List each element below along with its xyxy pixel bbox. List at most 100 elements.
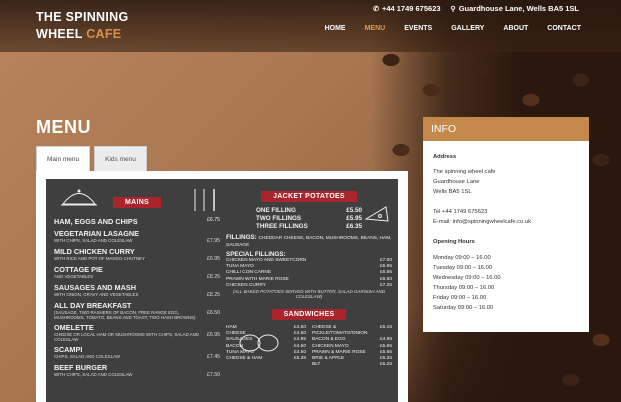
nav-gallery[interactable]: GALLERY: [451, 25, 484, 32]
potato-option: THREE FILLINGS £6.35: [256, 223, 362, 231]
cutlery-icon: [194, 189, 215, 211]
menu-item-price: £8.25: [207, 274, 220, 280]
menu-item-name: HAM, EGGS AND CHIPS: [54, 217, 138, 226]
logo-line-1: THE SPINNING: [36, 10, 129, 24]
menu-item-name: SCAMPI: [54, 345, 83, 354]
menu-item-description: WITH CHIPS, SALAD AND COLESLAW £7.95: [54, 238, 220, 244]
potato-option-name: TWO FILLINGS: [256, 215, 302, 222]
sandwich-item-price: £5.15: [379, 325, 392, 331]
menu-item-name: COTTAGE PIE: [54, 265, 103, 274]
site-header: THE SPINNING WHEEL CAFE ✆ +44 1749 675623…: [0, 0, 621, 52]
address-label: Address: [433, 154, 457, 160]
menu-item-name: MILD CHICKEN CURRY: [54, 247, 135, 256]
menu-item-description-text: CHIPS, SALAD AND COLESLAW: [54, 354, 120, 359]
map-pin-icon: ⚲: [450, 6, 456, 13]
potato-note: (ALL BAKED POTATOES SERVED WITH BUTTER, …: [232, 289, 386, 300]
menu-item-price: £6.95: [207, 332, 220, 338]
telephone[interactable]: Tel +44 1749 675623: [433, 207, 579, 217]
nav-contact[interactable]: CONTACT: [547, 25, 581, 32]
page-title: MENU: [36, 117, 91, 137]
mains-column: MAINS HAM, EGGS AND CHIPS £6.75 VEGETARIAN…: [54, 185, 220, 381]
opening-hours-label: Opening Hours: [433, 239, 475, 245]
hours-row: Tuesday 09:00 – 16.00: [433, 265, 493, 271]
hours-row: Thursday 09:00 – 16.00: [433, 285, 495, 291]
address-line: The spinning wheel cafe: [433, 169, 496, 175]
nav-menu[interactable]: MENU: [365, 25, 386, 32]
sandwiches-banner: SANDWICHES: [271, 309, 347, 321]
main-nav: HOME MENU EVENTS GALLERY ABOUT CONTACT: [325, 25, 581, 32]
menu-item-description: WITH ONION, GRAVY AND VEGETABLES £8.25: [54, 292, 220, 298]
menu-item-description-text: CHEESE OR LOCAL HAM OR MUSHROOMS WITH CH…: [54, 332, 199, 342]
menu-item-description: AND VEGETABLES £8.25: [54, 274, 220, 280]
phone-icon: ✆: [373, 6, 379, 13]
cloche-icon: [61, 189, 97, 206]
mains-banner: MAINS: [112, 197, 162, 208]
cheese-icon: [364, 206, 389, 222]
menu-item-description: CHEESE OR LOCAL HAM OR MUSHROOMS WITH CH…: [54, 332, 220, 342]
menu-item-row: OMELETTE: [54, 323, 220, 332]
menu-item-name: VEGETARIAN LASAGNE: [54, 229, 140, 238]
nav-events[interactable]: EVENTS: [404, 25, 432, 32]
menu-item-name: OMELETTE: [54, 323, 94, 332]
potato-option-price: £5.95: [346, 215, 362, 222]
sandwich-item: CHEESE & HAM £5.35: [226, 356, 306, 362]
menu-item-description-text: AND VEGETABLES: [54, 274, 94, 279]
tab-main-menu[interactable]: Main menu: [36, 146, 91, 171]
menu-item-name: ALL DAY BREAKFAST: [54, 301, 132, 310]
menu-item-row: SCAMPI: [54, 345, 220, 354]
hours-row: Monday 09:00 – 16.00: [433, 255, 491, 261]
nav-home[interactable]: HOME: [325, 25, 346, 32]
potato-option-price: £5.50: [346, 207, 362, 214]
email[interactable]: E-mail: info@spinningwheelcafe.co.uk: [433, 217, 579, 227]
jacket-potatoes-banner: JACKET POTATOES: [261, 191, 357, 202]
potato-option-name: ONE FILLING: [256, 207, 296, 214]
menu-tabs: Main menu Kids menu: [36, 146, 147, 171]
sandwich-item: BLT £5.25: [312, 362, 392, 368]
menu-item: SCAMPI CHIPS, SALAD AND COLESLAW £7.45: [54, 345, 220, 360]
menu-item-price: £6.75: [207, 217, 220, 223]
menu-item-description: WITH RICE AND POT OF MANGO CHUTNEY £6.95: [54, 256, 220, 262]
menu-item: VEGETARIAN LASAGNE WITH CHIPS, SALAD AND …: [54, 229, 220, 244]
menu-item-price: £7.45: [207, 354, 220, 360]
phone-contact[interactable]: ✆ +44 1749 675623: [373, 4, 440, 13]
address-line: Wells BA5 1SL: [433, 189, 472, 195]
menu-item: HAM, EGGS AND CHIPS £6.75: [54, 217, 220, 226]
menu-item-price: £7.95: [207, 238, 220, 244]
menu-item: COTTAGE PIE AND VEGETABLES £8.25: [54, 265, 220, 280]
menu-item-row: BEEF BURGER: [54, 363, 220, 372]
menu-item-description: WITH CHIPS, SALAD AND COLESLAW £7.50: [54, 372, 220, 378]
menu-item-row: VEGETARIAN LASAGNE: [54, 229, 220, 238]
bread-icon: [239, 334, 279, 352]
potato-option-price: £6.35: [346, 223, 362, 230]
contact-line: ✆ +44 1749 675623 ⚲ Guardhouse Lane, Wells…: [373, 4, 579, 13]
menu-item-row: COTTAGE PIE: [54, 265, 220, 274]
menu-item-description: (SAUSAGE, TWO RASHERS OF BACON, FREE RAN…: [54, 310, 220, 320]
menu-item-description-text: WITH CHIPS, SALAD AND COLESLAW: [54, 238, 133, 243]
menu-item: SAUSAGES AND MASH WITH ONION, GRAVY AND V…: [54, 283, 220, 298]
menu-item-price: £7.50: [207, 372, 220, 378]
sandwich-item-name: CHEESE & PICKLE/TOMATO/ONION: [312, 325, 368, 337]
sandwich-item: CHEESE & PICKLE/TOMATO/ONION £5.15: [312, 325, 392, 337]
hours-row: Wednesday 09:00 – 16.00: [433, 275, 501, 281]
menu-item-row: MILD CHICKEN CURRY: [54, 247, 220, 256]
info-panel: INFO Address The spinning wheel cafe Gua…: [423, 117, 589, 332]
menu-item-description-text: WITH RICE AND POT OF MANGO CHUTNEY: [54, 256, 145, 261]
sandwich-item-name: CHEESE & HAM: [226, 356, 263, 362]
menu-item-row: SAUSAGES AND MASH: [54, 283, 220, 292]
nav-about[interactable]: ABOUT: [503, 25, 528, 32]
menu-item-description: CHIPS, SALAD AND COLESLAW £7.45: [54, 354, 220, 360]
hours-row: Friday 09:00 – 16.00: [433, 295, 487, 301]
sandwich-item-name: BLT: [312, 362, 321, 368]
special-fillings-label: SPECIAL FILLINGS:: [226, 251, 286, 258]
menu-item: MILD CHICKEN CURRY WITH RICE AND POT OF M…: [54, 247, 220, 262]
menu-panel: MAINS HAM, EGGS AND CHIPS £6.75 VEGETARIAN…: [36, 171, 408, 402]
potato-option: ONE FILLING £5.50: [256, 207, 362, 215]
menu-item-price: £8.25: [207, 292, 220, 298]
menu-item-description-text: (SAUSAGE, TWO RASHERS OF BACON, FREE RAN…: [54, 310, 196, 320]
menu-item-price: £6.95: [207, 256, 220, 262]
site-logo[interactable]: THE SPINNING WHEEL CAFE: [36, 9, 129, 43]
tab-kids-menu[interactable]: Kids menu: [94, 146, 147, 171]
address-line: Guardhouse Lane: [433, 179, 480, 185]
sandwich-item-price: £5.35: [293, 356, 306, 362]
menu-board-image: MAINS HAM, EGGS AND CHIPS £6.75 VEGETARIAN…: [46, 179, 398, 402]
